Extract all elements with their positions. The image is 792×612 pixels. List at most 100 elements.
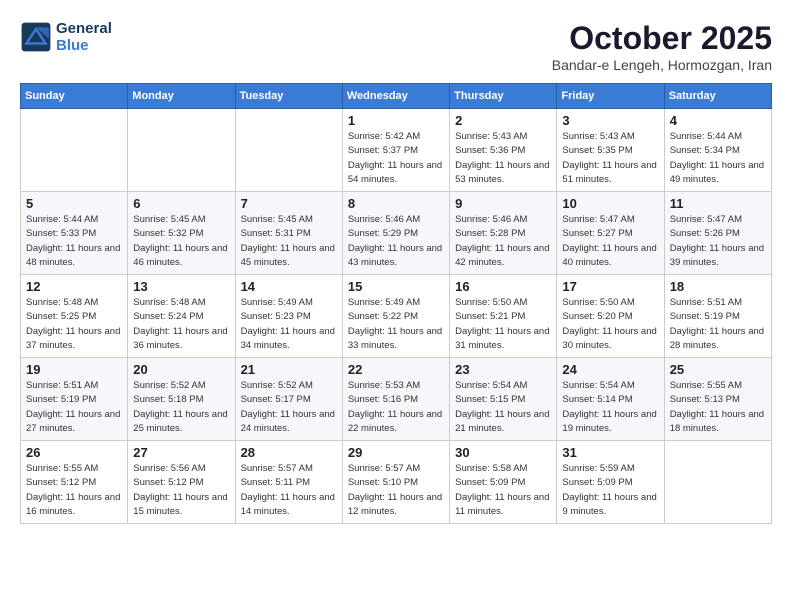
- calendar-cell: 26 Sunrise: 5:55 AMSunset: 5:12 PMDayligh…: [21, 441, 128, 524]
- day-info: Sunrise: 5:57 AMSunset: 5:10 PMDaylight:…: [348, 462, 444, 519]
- day-info: Sunrise: 5:52 AMSunset: 5:18 PMDaylight:…: [133, 379, 229, 436]
- day-info: Sunrise: 5:49 AMSunset: 5:22 PMDaylight:…: [348, 296, 444, 353]
- day-number: 3: [562, 113, 658, 128]
- calendar-cell: 7Sunrise: 5:45 AMSunset: 5:31 PMDaylight…: [235, 192, 342, 275]
- calendar-cell: 8 Sunrise: 5:46 AMSunset: 5:29 PMDaylight…: [342, 192, 449, 275]
- day-info: Sunrise: 5:58 AMSunset: 5:09 PMDaylight:…: [455, 462, 551, 519]
- day-info: Sunrise: 5:55 AMSunset: 5:12 PMDaylight:…: [26, 462, 122, 519]
- day-info: Sunrise: 5:46 AMSunset: 5:29 PMDaylight:…: [348, 213, 444, 270]
- location-subtitle: Bandar-e Lengeh, Hormozgan, Iran: [552, 57, 772, 73]
- weekday-header-row: SundayMondayTuesdayWednesdayThursdayFrid…: [21, 84, 772, 109]
- calendar-cell: 5 Sunrise: 5:44 AMSunset: 5:33 PMDaylight…: [21, 192, 128, 275]
- day-info: Sunrise: 5:48 AMSunset: 5:24 PMDaylight:…: [133, 296, 229, 353]
- calendar-cell: [235, 109, 342, 192]
- page-header: General Blue October 2025 Bandar-e Lenge…: [20, 20, 772, 73]
- day-info: Sunrise: 5:56 AMSunset: 5:12 PMDaylight:…: [133, 462, 229, 519]
- calendar-cell: 13 Sunrise: 5:48 AMSunset: 5:24 PMDayligh…: [128, 275, 235, 358]
- calendar-cell: 17Sunrise: 5:50 AMSunset: 5:20 PMDayligh…: [557, 275, 664, 358]
- day-number: 23: [455, 362, 551, 377]
- calendar-week-3: 12Sunrise: 5:48 AMSunset: 5:25 PMDayligh…: [21, 275, 772, 358]
- calendar-cell: [21, 109, 128, 192]
- weekday-header-tuesday: Tuesday: [235, 84, 342, 109]
- day-number: 27: [133, 445, 229, 460]
- calendar-cell: 16 Sunrise: 5:50 AMSunset: 5:21 PMDayligh…: [450, 275, 557, 358]
- calendar-table: SundayMondayTuesdayWednesdayThursdayFrid…: [20, 83, 772, 524]
- calendar-cell: 25 Sunrise: 5:55 AMSunset: 5:13 PMDayligh…: [664, 358, 771, 441]
- day-info: Sunrise: 5:43 AMSunset: 5:35 PMDaylight:…: [562, 130, 658, 187]
- calendar-week-2: 5 Sunrise: 5:44 AMSunset: 5:33 PMDaylight…: [21, 192, 772, 275]
- calendar-cell: 2Sunrise: 5:43 AMSunset: 5:36 PMDaylight…: [450, 109, 557, 192]
- calendar-cell: 31 Sunrise: 5:59 AMSunset: 5:09 PMDayligh…: [557, 441, 664, 524]
- calendar-cell: 12Sunrise: 5:48 AMSunset: 5:25 PMDayligh…: [21, 275, 128, 358]
- calendar-cell: 3 Sunrise: 5:43 AMSunset: 5:35 PMDaylight…: [557, 109, 664, 192]
- day-number: 24: [562, 362, 658, 377]
- weekday-header-thursday: Thursday: [450, 84, 557, 109]
- day-number: 5: [26, 196, 122, 211]
- calendar-cell: 28Sunrise: 5:57 AMSunset: 5:11 PMDayligh…: [235, 441, 342, 524]
- calendar-cell: 29Sunrise: 5:57 AMSunset: 5:10 PMDayligh…: [342, 441, 449, 524]
- day-info: Sunrise: 5:51 AMSunset: 5:19 PMDaylight:…: [670, 296, 766, 353]
- day-info: Sunrise: 5:53 AMSunset: 5:16 PMDaylight:…: [348, 379, 444, 436]
- calendar-cell: 11Sunrise: 5:47 AMSunset: 5:26 PMDayligh…: [664, 192, 771, 275]
- calendar-cell: [128, 109, 235, 192]
- day-info: Sunrise: 5:42 AMSunset: 5:37 PMDaylight:…: [348, 130, 444, 187]
- logo: General Blue: [20, 20, 112, 54]
- calendar-cell: 15Sunrise: 5:49 AMSunset: 5:22 PMDayligh…: [342, 275, 449, 358]
- day-number: 31: [562, 445, 658, 460]
- day-info: Sunrise: 5:57 AMSunset: 5:11 PMDaylight:…: [241, 462, 337, 519]
- day-number: 14: [241, 279, 337, 294]
- calendar-week-5: 26 Sunrise: 5:55 AMSunset: 5:12 PMDayligh…: [21, 441, 772, 524]
- calendar-cell: 10 Sunrise: 5:47 AMSunset: 5:27 PMDayligh…: [557, 192, 664, 275]
- day-number: 4: [670, 113, 766, 128]
- calendar-cell: 9 Sunrise: 5:46 AMSunset: 5:28 PMDaylight…: [450, 192, 557, 275]
- calendar-cell: 30Sunrise: 5:58 AMSunset: 5:09 PMDayligh…: [450, 441, 557, 524]
- day-info: Sunrise: 5:59 AMSunset: 5:09 PMDaylight:…: [562, 462, 658, 519]
- day-number: 21: [241, 362, 337, 377]
- calendar-cell: [664, 441, 771, 524]
- day-info: Sunrise: 5:49 AMSunset: 5:23 PMDaylight:…: [241, 296, 337, 353]
- calendar-cell: 27 Sunrise: 5:56 AMSunset: 5:12 PMDayligh…: [128, 441, 235, 524]
- day-number: 6: [133, 196, 229, 211]
- day-info: Sunrise: 5:51 AMSunset: 5:19 PMDaylight:…: [26, 379, 122, 436]
- weekday-header-saturday: Saturday: [664, 84, 771, 109]
- month-title: October 2025: [552, 20, 772, 57]
- day-number: 11: [670, 196, 766, 211]
- calendar-week-4: 19 Sunrise: 5:51 AMSunset: 5:19 PMDayligh…: [21, 358, 772, 441]
- day-info: Sunrise: 5:54 AMSunset: 5:14 PMDaylight:…: [562, 379, 658, 436]
- day-info: Sunrise: 5:47 AMSunset: 5:27 PMDaylight:…: [562, 213, 658, 270]
- calendar-cell: 6Sunrise: 5:45 AMSunset: 5:32 PMDaylight…: [128, 192, 235, 275]
- day-number: 8: [348, 196, 444, 211]
- title-block: October 2025 Bandar-e Lengeh, Hormozgan,…: [552, 20, 772, 73]
- weekday-header-friday: Friday: [557, 84, 664, 109]
- calendar-cell: 18Sunrise: 5:51 AMSunset: 5:19 PMDayligh…: [664, 275, 771, 358]
- calendar-cell: 4 Sunrise: 5:44 AMSunset: 5:34 PMDaylight…: [664, 109, 771, 192]
- day-info: Sunrise: 5:50 AMSunset: 5:21 PMDaylight:…: [455, 296, 551, 353]
- day-number: 20: [133, 362, 229, 377]
- day-number: 26: [26, 445, 122, 460]
- day-info: Sunrise: 5:45 AMSunset: 5:31 PMDaylight:…: [241, 213, 337, 270]
- weekday-header-sunday: Sunday: [21, 84, 128, 109]
- day-info: Sunrise: 5:46 AMSunset: 5:28 PMDaylight:…: [455, 213, 551, 270]
- day-number: 22: [348, 362, 444, 377]
- day-number: 9: [455, 196, 551, 211]
- day-info: Sunrise: 5:55 AMSunset: 5:13 PMDaylight:…: [670, 379, 766, 436]
- calendar-week-1: 1Sunrise: 5:42 AMSunset: 5:37 PMDaylight…: [21, 109, 772, 192]
- calendar-cell: 19 Sunrise: 5:51 AMSunset: 5:19 PMDayligh…: [21, 358, 128, 441]
- day-number: 25: [670, 362, 766, 377]
- logo-icon: [20, 21, 52, 53]
- calendar-cell: 1Sunrise: 5:42 AMSunset: 5:37 PMDaylight…: [342, 109, 449, 192]
- weekday-header-monday: Monday: [128, 84, 235, 109]
- day-number: 19: [26, 362, 122, 377]
- day-info: Sunrise: 5:44 AMSunset: 5:34 PMDaylight:…: [670, 130, 766, 187]
- calendar-cell: 22 Sunrise: 5:53 AMSunset: 5:16 PMDayligh…: [342, 358, 449, 441]
- day-info: Sunrise: 5:54 AMSunset: 5:15 PMDaylight:…: [455, 379, 551, 436]
- day-info: Sunrise: 5:44 AMSunset: 5:33 PMDaylight:…: [26, 213, 122, 270]
- weekday-header-wednesday: Wednesday: [342, 84, 449, 109]
- day-number: 10: [562, 196, 658, 211]
- calendar-cell: 24 Sunrise: 5:54 AMSunset: 5:14 PMDayligh…: [557, 358, 664, 441]
- day-info: Sunrise: 5:48 AMSunset: 5:25 PMDaylight:…: [26, 296, 122, 353]
- calendar-cell: 14 Sunrise: 5:49 AMSunset: 5:23 PMDayligh…: [235, 275, 342, 358]
- day-number: 16: [455, 279, 551, 294]
- day-number: 13: [133, 279, 229, 294]
- day-info: Sunrise: 5:52 AMSunset: 5:17 PMDaylight:…: [241, 379, 337, 436]
